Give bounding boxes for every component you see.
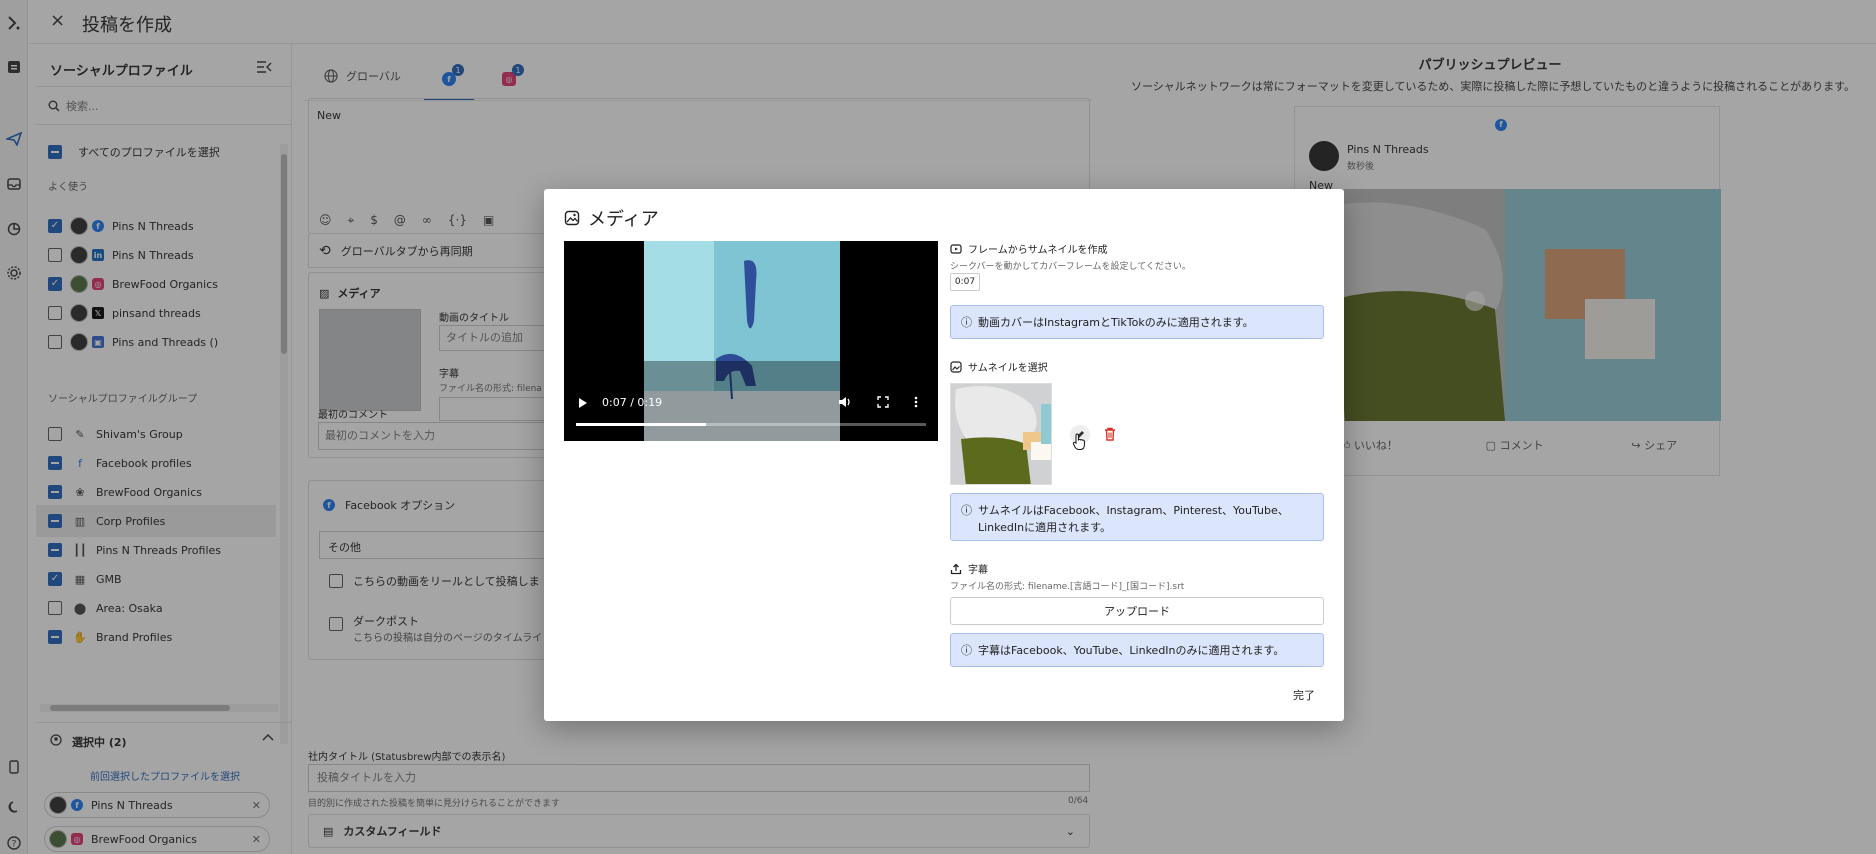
video-frame (564, 241, 938, 441)
thumb-info-text: サムネイルはFacebook、Instagram、Pinterest、YouTu… (978, 504, 1289, 535)
info-icon: ⓘ (961, 316, 972, 329)
play-icon[interactable] (578, 397, 588, 409)
caption-title: 字幕 (968, 565, 988, 576)
more-options-icon[interactable] (914, 396, 918, 408)
thumbnail-icon (950, 360, 962, 373)
select-thumb-title: サムネイルを選択 (968, 363, 1048, 374)
frame-info-box: ⓘ 動画カバーはInstagramとTikTokのみに適用されます。 (950, 305, 1324, 339)
frame-time-field[interactable]: 0:07 (950, 273, 980, 291)
thumb-info-box: ⓘ サムネイルはFacebook、Instagram、Pinterest、You… (950, 493, 1324, 541)
info-icon: ⓘ (961, 504, 972, 517)
video-player[interactable]: 0:07 / 0:19 (564, 241, 938, 441)
media-icon (564, 210, 580, 226)
caption-info-text: 字幕はFacebook、YouTube、LinkedInのみに適用されます。 (978, 644, 1285, 657)
upload-icon (950, 563, 962, 574)
fullscreen-icon[interactable] (877, 396, 889, 408)
modal-header: メディア (564, 205, 659, 231)
modal-title: メディア (588, 209, 659, 230)
caption-header: 字幕 (950, 561, 988, 576)
frame-thumb-hint: シークバーを動かしてカバーフレームを設定してください。 (950, 262, 1191, 272)
video-seekbar-progress (576, 423, 706, 426)
delete-thumbnail-button[interactable] (1104, 427, 1116, 441)
frame-thumb-header: フレームからサムネイルを作成 (950, 241, 1108, 256)
video-time: 0:07 / 0:19 (602, 396, 663, 409)
video-seekbar[interactable] (576, 423, 926, 426)
hand-cursor-icon (1072, 433, 1086, 451)
info-icon: ⓘ (961, 644, 972, 657)
frame-info-text: 動画カバーはInstagramとTikTokのみに適用されます。 (978, 316, 1254, 329)
media-modal: メディア 0:07 / 0:19 フレームからサムネイルを作成 シークバーを動か… (544, 189, 1344, 721)
select-thumb-header: サムネイルを選択 (950, 359, 1048, 374)
caption-hint: ファイル名の形式: filename.[言語コード]_[国コード].srt (950, 582, 1185, 592)
volume-icon[interactable] (838, 396, 852, 408)
caption-info-box: ⓘ 字幕はFacebook、YouTube、LinkedInのみに適用されます。 (950, 633, 1324, 667)
upload-button[interactable]: アップロード (950, 597, 1324, 625)
frame-thumb-title: フレームからサムネイルを作成 (968, 245, 1108, 256)
trash-icon (1105, 427, 1115, 441)
done-button[interactable]: 完了 (1284, 683, 1324, 707)
selected-thumbnail[interactable] (950, 383, 1052, 485)
youtube-frame-icon (950, 243, 962, 254)
